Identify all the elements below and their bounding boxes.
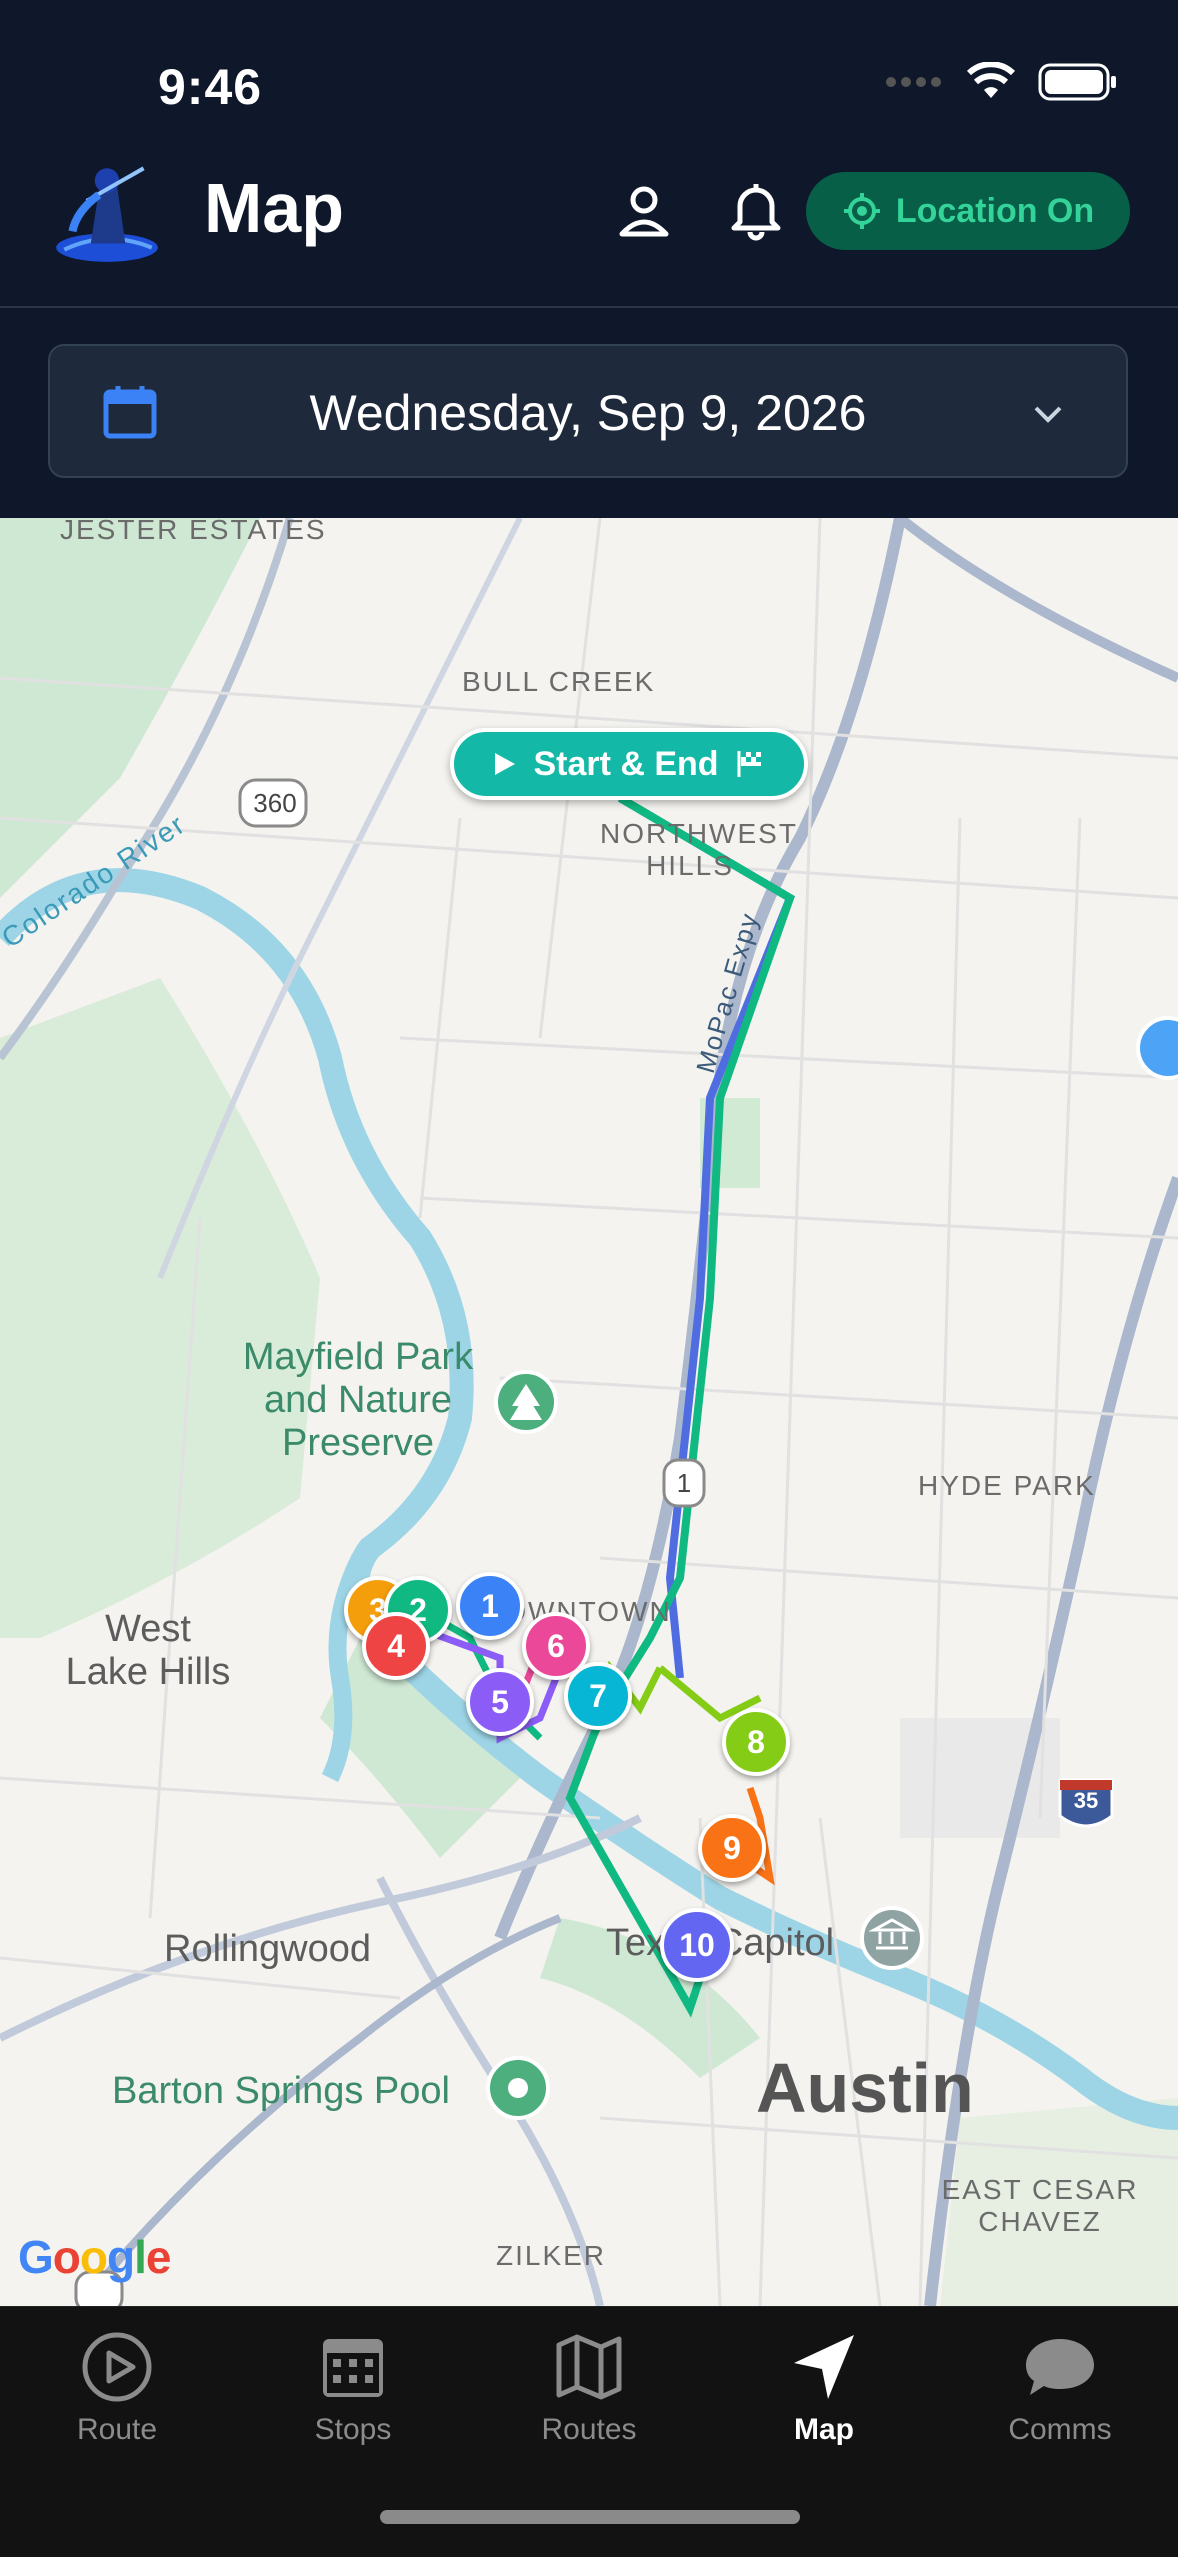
map-label-east-cesar-1: EAST CESAR [941,2174,1139,2205]
map-label-mayfield: Mayfield Park and Nature Preserve [228,1336,488,1465]
play-icon [495,753,516,775]
interstate-35-shield: 35 [1073,1788,1099,1813]
app-header: Map Location On [0,150,1178,308]
tab-map[interactable]: Map [724,2327,924,2447]
map-label-zilker: ZILKER [496,2240,607,2271]
stop-pin-10[interactable]: 10 [660,1908,734,1982]
map-view[interactable]: JESTER ESTATES BULL CREEK NORTHWEST HILL… [0,518,1178,2306]
map-fold-icon [556,2334,622,2400]
tab-comms[interactable]: Comms [960,2327,1160,2447]
map-label-northwest-1: NORTHWEST [600,818,798,849]
highway-1-shield: 1 [676,1468,692,1498]
tab-routes-label: Routes [541,2413,637,2446]
stop-pin-7[interactable]: 7 [564,1662,632,1730]
date-value: Wednesday, Sep 9, 2026 [309,385,867,441]
google-logo: Google [18,2231,171,2283]
tab-route[interactable]: Route [17,2327,217,2447]
map-label-bull-creek: BULL CREEK [462,666,656,697]
map-label-austin: Austin [756,2049,974,2127]
checkered-flag-icon [737,751,761,777]
map-label-west-lake-1: West [105,1608,191,1650]
map-label-northwest-2: HILLS [646,850,734,881]
map-label-rollingwood: Rollingwood [164,1928,372,1970]
stop-pin-9[interactable]: 9 [698,1814,766,1882]
map-label-mayfield-1: Mayfield Park [242,1336,474,1378]
map-label-barton-springs: Barton Springs Pool [112,2070,450,2112]
map-label-mayfield-3: Preserve [281,1422,435,1464]
location-toggle-button[interactable]: Location On [806,172,1130,250]
play-circle-icon [82,2332,152,2402]
date-strip: Wednesday, Sep 9, 2026 [0,308,1178,518]
bell-icon[interactable] [724,178,788,242]
status-bar: 9:46 [0,0,1178,170]
status-icons [884,62,1118,102]
tab-stops-label: Stops [314,2413,392,2446]
status-time: 9:46 [158,59,263,115]
tab-comms-label: Comms [1008,2413,1112,2446]
calendar-grid-icon [323,2339,383,2397]
location-crosshair-icon [843,193,880,229]
navigation-arrow-icon [794,2335,854,2399]
profile-icon[interactable] [612,178,676,242]
cellular-signal-icon [886,77,941,87]
map-label-east-cesar-2: CHAVEZ [978,2206,1102,2237]
tab-route-label: Route [76,2413,158,2446]
location-toggle-label: Location On [895,191,1095,230]
map-label-northwest-hills: NORTHWEST HILLS [600,818,798,882]
highway-360-shield: 360 [253,788,297,818]
start-end-marker[interactable]: Start & End [450,728,808,800]
date-picker[interactable]: Wednesday, Sep 9, 2026 [48,344,1128,478]
page-title: Map [204,169,344,247]
wifi-icon [966,62,1016,98]
map-label-west-lake-2: Lake Hills [65,1651,231,1693]
battery-icon [1038,63,1116,101]
map-label-mayfield-2: and Nature [263,1379,452,1421]
tab-stops[interactable]: Stops [253,2327,453,2447]
stop-pin-8[interactable]: 8 [722,1708,790,1776]
home-indicator[interactable] [380,2510,800,2524]
stop-pin-1[interactable]: 1 [456,1572,524,1640]
app-logo-icon [56,166,158,262]
map-label-east-cesar-chavez: EAST CESAR CHAVEZ [940,2174,1140,2238]
stop-pin-4[interactable]: 4 [362,1612,430,1680]
start-end-label: Start & End [533,744,719,783]
chat-bubble-icon [1026,2339,1094,2395]
chevron-down-icon [1034,406,1062,423]
stop-pin-5[interactable]: 5 [466,1668,534,1736]
map-label-hyde-park: HYDE PARK [918,1470,1096,1501]
tab-routes[interactable]: Routes [489,2327,689,2447]
tab-map-label: Map [794,2413,854,2446]
map-label-west-lake-hills: West Lake Hills [48,1608,248,1694]
map-label-jester: JESTER ESTATES [60,518,327,545]
